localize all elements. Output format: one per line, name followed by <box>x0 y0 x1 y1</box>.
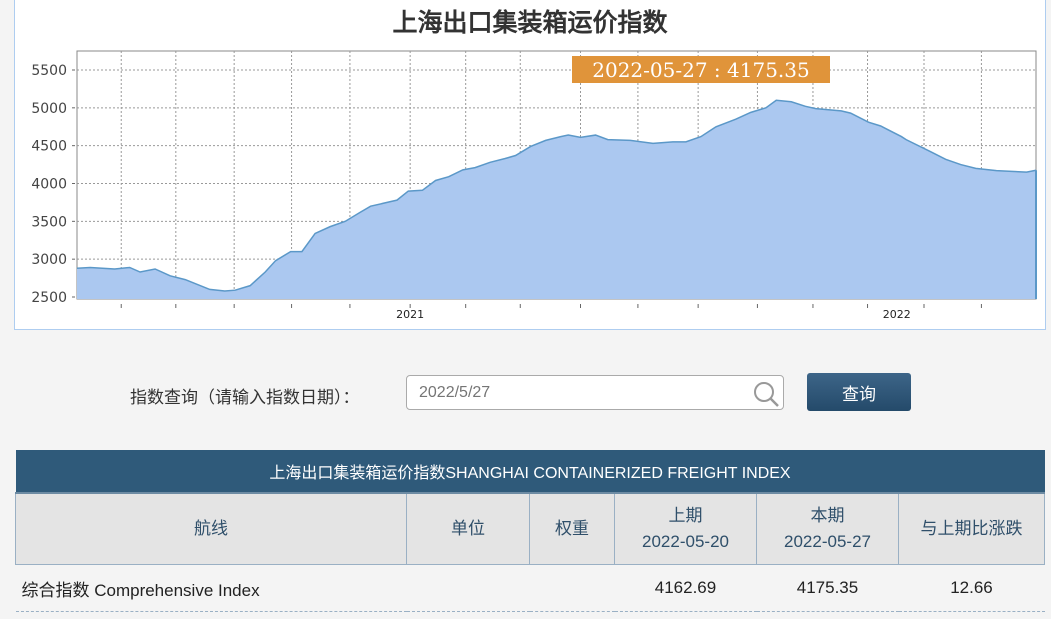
y-tick-label: 2500 <box>31 290 67 306</box>
cell-weight <box>529 564 615 612</box>
cell-change: 12.66 <box>898 564 1045 612</box>
header-prev-date: 2022-05-20 <box>642 532 729 551</box>
date-input[interactable] <box>406 375 784 410</box>
header-weight: 权重 <box>529 492 615 565</box>
query-label: 指数查询（请输入指数日期）： <box>130 388 360 408</box>
y-tick-label: 3500 <box>31 214 67 230</box>
header-curr-label: 本期 <box>810 506 845 525</box>
y-tick-label: 4500 <box>31 139 67 155</box>
chart-panel: 上海出口集装箱运价指数 2500 3000 3500 4000 4500 5000 5500… <box>14 0 1046 330</box>
header-curr: 本期 2022-05-27 <box>756 492 899 565</box>
table-header-row: 航线 单位 权重 上期 2022-05-20 本期 2022-05-27 与上期比涨… <box>15 492 1045 565</box>
header-unit: 单位 <box>406 492 530 565</box>
header-prev: 上期 2022-05-20 <box>614 492 757 565</box>
cell-curr: 4175.35 <box>756 564 899 612</box>
cell-route: 综合指数 Comprehensive Index <box>15 564 407 612</box>
cell-unit <box>406 564 530 612</box>
x-year-label: 2021 <box>396 308 424 321</box>
search-icon[interactable] <box>752 380 780 408</box>
y-tick-label: 3000 <box>31 252 67 268</box>
header-change: 与上期比涨跌 <box>898 492 1045 565</box>
cell-prev: 4162.69 <box>614 564 757 612</box>
x-year-label: 2022 <box>883 308 911 321</box>
tooltip-text: 2022-05-27 : 4175.35 <box>592 58 809 82</box>
table-caption: 上海出口集装箱运价指数SHANGHAI CONTAINERIZED FREIGH… <box>15 450 1045 494</box>
table-row: 综合指数 Comprehensive Index 4162.69 4175.35… <box>15 564 1045 612</box>
y-tick-label: 5000 <box>31 101 67 117</box>
header-route: 航线 <box>15 492 407 565</box>
y-tick-label: 4000 <box>31 177 67 193</box>
index-chart[interactable]: 2500 3000 3500 4000 4500 5000 5500 2021 2022 2022… <box>15 0 1045 329</box>
query-button[interactable]: 查询 <box>807 373 911 411</box>
freight-index-table: 上海出口集装箱运价指数SHANGHAI CONTAINERIZED FREIGH… <box>15 450 1045 612</box>
y-tick-label: 5500 <box>31 63 67 79</box>
header-prev-label: 上期 <box>668 506 703 525</box>
header-curr-date: 2022-05-27 <box>784 532 871 551</box>
